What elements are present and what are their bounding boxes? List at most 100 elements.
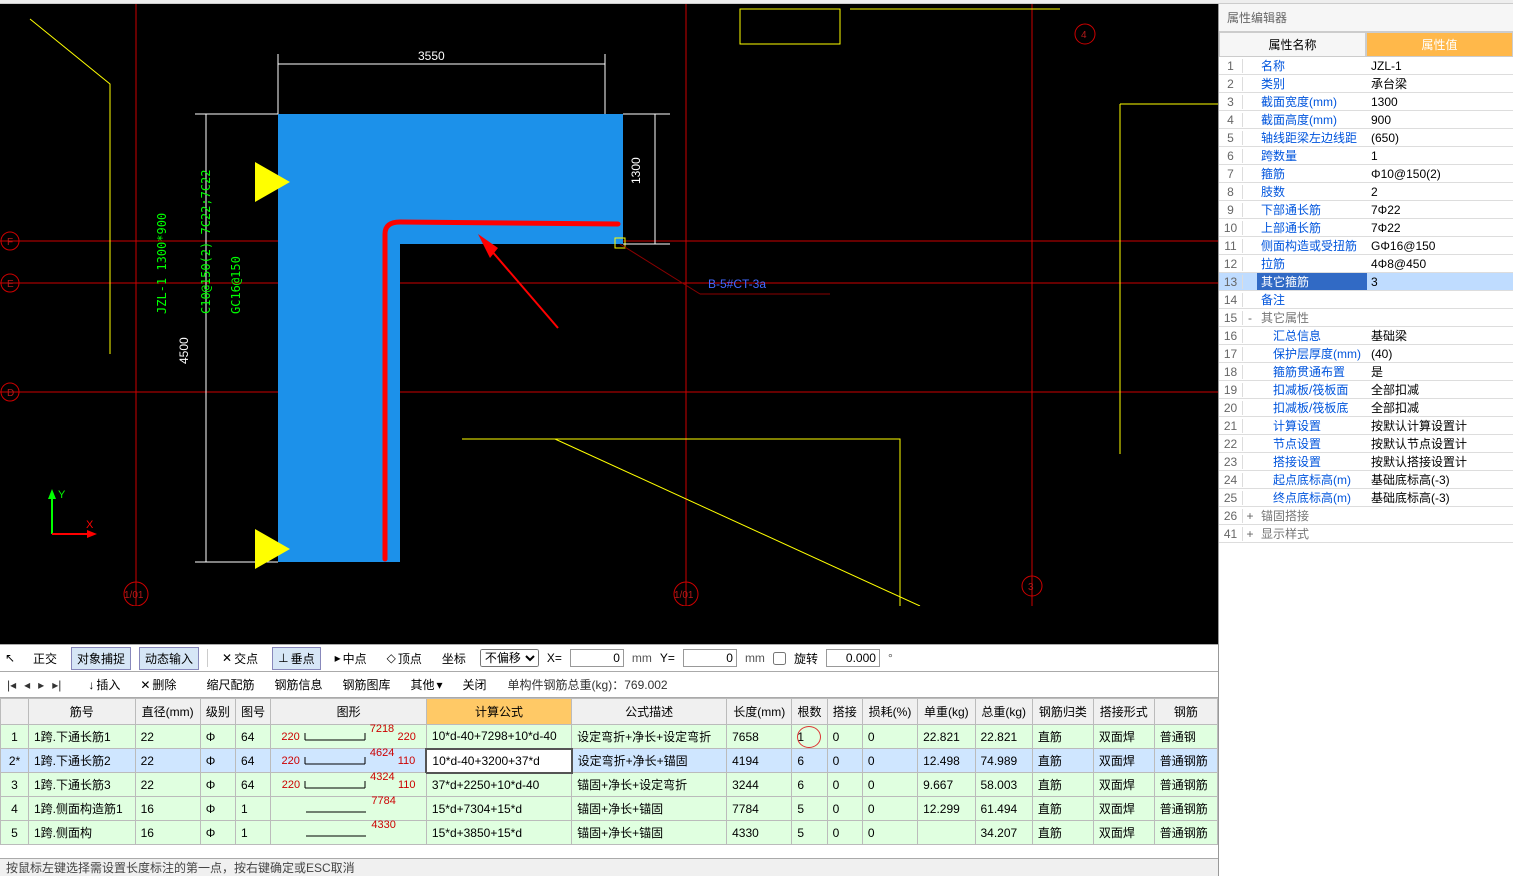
prop-row[interactable]: 21计算设置按默认计算设置计 [1219, 417, 1513, 435]
table-row[interactable]: 2*1跨.下通长筋222Φ642204624 11010*d-40+3200+3… [1, 749, 1218, 773]
axis-num: 3 [1028, 582, 1034, 593]
rebar-toolbar: |◂ ◂ ▸ ▸| ↓ 插入 ✕ 删除 缩尺配筋 钢筋信息 钢筋图库 其他 ▾ … [0, 672, 1218, 698]
svg-text:Y: Y [58, 489, 66, 501]
next-icon[interactable]: ▸ [36, 678, 46, 692]
prop-row[interactable]: 17保护层厚度(mm)(40) [1219, 345, 1513, 363]
prop-row[interactable]: 25终点底标高(m)基础底标高(-3) [1219, 489, 1513, 507]
table-header[interactable]: 直径(mm) [135, 699, 200, 725]
cad-canvas[interactable]: 3 4 F E D 1/01 1/01 [0, 4, 1218, 644]
rotate-input[interactable] [826, 649, 880, 667]
y-input[interactable] [683, 649, 737, 667]
coord-btn[interactable]: 坐标 [436, 647, 472, 670]
prop-row[interactable]: 19扣减板/筏板面全部扣减 [1219, 381, 1513, 399]
prop-row[interactable]: 22节点设置按默认节点设置计 [1219, 435, 1513, 453]
beam-label: JZL-1 1300*900 [155, 213, 169, 314]
table-header[interactable]: 筋号 [29, 699, 136, 725]
table-row[interactable]: 11跨.下通长筋122Φ642207218 22010*d-40+7298+10… [1, 725, 1218, 749]
svg-text:E: E [7, 279, 14, 290]
lib-btn[interactable]: 钢筋图库 [337, 674, 395, 695]
table-row[interactable]: 31跨.下通长筋322Φ642204324 11037*d+2250+10*d-… [1, 773, 1218, 797]
other-btn[interactable]: 其他 ▾ [405, 674, 447, 695]
prop-row[interactable]: 41+显示样式 [1219, 525, 1513, 543]
svg-text:F: F [7, 237, 13, 248]
rein-label: C10@150(2) 7C22;7C22 [199, 170, 213, 315]
property-panel: 属性编辑器 属性名称 属性值 1名称JZL-12类别承台梁3截面宽度(mm)13… [1218, 4, 1513, 876]
dim-right: 1300 [629, 157, 643, 184]
prop-row[interactable]: 14备注 [1219, 291, 1513, 309]
svg-text:D: D [7, 388, 14, 399]
last-icon[interactable]: ▸| [50, 678, 63, 692]
perp-btn[interactable]: ⊥ 垂点 [272, 647, 320, 670]
prop-name-header: 属性名称 [1219, 32, 1366, 57]
prop-row[interactable]: 12拉筋4Φ8@450 [1219, 255, 1513, 273]
scale-btn[interactable]: 缩尺配筋 [201, 674, 259, 695]
table-header[interactable]: 长度(mm) [727, 699, 792, 725]
statusbar: 按鼠标左键选择需设置长度标注的第一点，按右键确定或ESC取消 [0, 858, 1218, 876]
cursor-icon: ↖ [5, 651, 19, 665]
table-header[interactable]: 单重(kg) [918, 699, 975, 725]
prop-row[interactable]: 2类别承台梁 [1219, 75, 1513, 93]
table-header[interactable]: 钢筋 [1154, 699, 1217, 725]
prop-row[interactable]: 6跨数量1 [1219, 147, 1513, 165]
snap-toolbar: ↖ 正交 对象捕捉 动态输入 ✕ 交点 ⊥ 垂点 ▸ 中点 ◇ 顶点 坐标 不偏… [0, 644, 1218, 672]
offset-select[interactable]: 不偏移 [480, 649, 539, 667]
svg-text:X: X [86, 519, 94, 531]
snap-btn[interactable]: 对象捕捉 [71, 647, 131, 670]
prop-row[interactable]: 1名称JZL-1 [1219, 57, 1513, 75]
x-input[interactable] [570, 649, 624, 667]
vertex-btn[interactable]: ◇ 顶点 [381, 647, 428, 670]
prev-icon[interactable]: ◂ [22, 678, 32, 692]
table-header[interactable]: 根数 [792, 699, 827, 725]
prop-row[interactable]: 16汇总信息基础梁 [1219, 327, 1513, 345]
prop-title: 属性编辑器 [1219, 4, 1513, 32]
prop-row[interactable]: 13其它箍筋3 [1219, 273, 1513, 291]
ortho-btn[interactable]: 正交 [27, 647, 63, 670]
prop-row[interactable]: 23搭接设置按默认搭接设置计 [1219, 453, 1513, 471]
prop-row[interactable]: 18箍筋贯通布置是 [1219, 363, 1513, 381]
mid-btn[interactable]: ▸ 中点 [329, 647, 373, 670]
side-label: GC16@150 [229, 256, 243, 314]
table-header[interactable]: 计算公式 [426, 699, 571, 725]
delete-btn[interactable]: ✕ 删除 [135, 674, 181, 695]
svg-text:1/01: 1/01 [674, 590, 694, 601]
table-header[interactable]: 图号 [236, 699, 271, 725]
rebar-table-area[interactable]: 筋号直径(mm)级别图号图形计算公式公式描述长度(mm)根数搭接损耗(%)单重(… [0, 698, 1218, 858]
prop-row[interactable]: 11侧面构造或受扭筋GΦ16@150 [1219, 237, 1513, 255]
table-header[interactable]: 搭接 [827, 699, 862, 725]
table-header[interactable]: 搭接形式 [1093, 699, 1154, 725]
prop-row[interactable]: 26+锚固搭接 [1219, 507, 1513, 525]
table-header[interactable]: 总重(kg) [975, 699, 1032, 725]
table-header[interactable]: 损耗(%) [862, 699, 917, 725]
prop-row[interactable]: 10上部通长筋7Φ22 [1219, 219, 1513, 237]
table-row[interactable]: 51跨.侧面构16Φ14330 15*d+3850+15*d锚固+净长+锚固43… [1, 821, 1218, 845]
prop-row[interactable]: 7箍筋Φ10@150(2) [1219, 165, 1513, 183]
close-btn[interactable]: 关闭 [458, 674, 492, 695]
cross-btn[interactable]: ✕ 交点 [216, 647, 264, 670]
prop-row[interactable]: 5轴线距梁左边线距(650) [1219, 129, 1513, 147]
table-header[interactable]: 级别 [200, 699, 235, 725]
table-row[interactable]: 41跨.侧面构造筋116Φ17784 15*d+7304+15*d锚固+净长+锚… [1, 797, 1218, 821]
total-weight: 单构件钢筋总重(kg)：769.002 [508, 676, 668, 693]
prop-row[interactable]: 4截面高度(mm)900 [1219, 111, 1513, 129]
rotate-check[interactable] [773, 652, 786, 665]
dim-left: 4500 [177, 337, 191, 364]
table-header[interactable] [1, 699, 29, 725]
prop-val-header: 属性值 [1366, 32, 1513, 57]
ref-label: B-5#CT-3a [708, 277, 766, 291]
axis-num2: 4 [1081, 30, 1087, 41]
insert-btn[interactable]: ↓ 插入 [83, 674, 125, 695]
prop-row[interactable]: 8肢数2 [1219, 183, 1513, 201]
prop-row[interactable]: 3截面宽度(mm)1300 [1219, 93, 1513, 111]
dyn-btn[interactable]: 动态输入 [139, 647, 199, 670]
rebar-table: 筋号直径(mm)级别图号图形计算公式公式描述长度(mm)根数搭接损耗(%)单重(… [0, 698, 1218, 845]
table-header[interactable]: 钢筋归类 [1032, 699, 1093, 725]
prop-row[interactable]: 15-其它属性 [1219, 309, 1513, 327]
info-btn[interactable]: 钢筋信息 [269, 674, 327, 695]
prop-row[interactable]: 24起点底标高(m)基础底标高(-3) [1219, 471, 1513, 489]
prop-row[interactable]: 9下部通长筋7Φ22 [1219, 201, 1513, 219]
axis-bot: 1/01 [124, 590, 144, 601]
table-header[interactable]: 图形 [271, 699, 427, 725]
first-icon[interactable]: |◂ [5, 678, 18, 692]
table-header[interactable]: 公式描述 [572, 699, 727, 725]
prop-row[interactable]: 20扣减板/筏板底全部扣减 [1219, 399, 1513, 417]
